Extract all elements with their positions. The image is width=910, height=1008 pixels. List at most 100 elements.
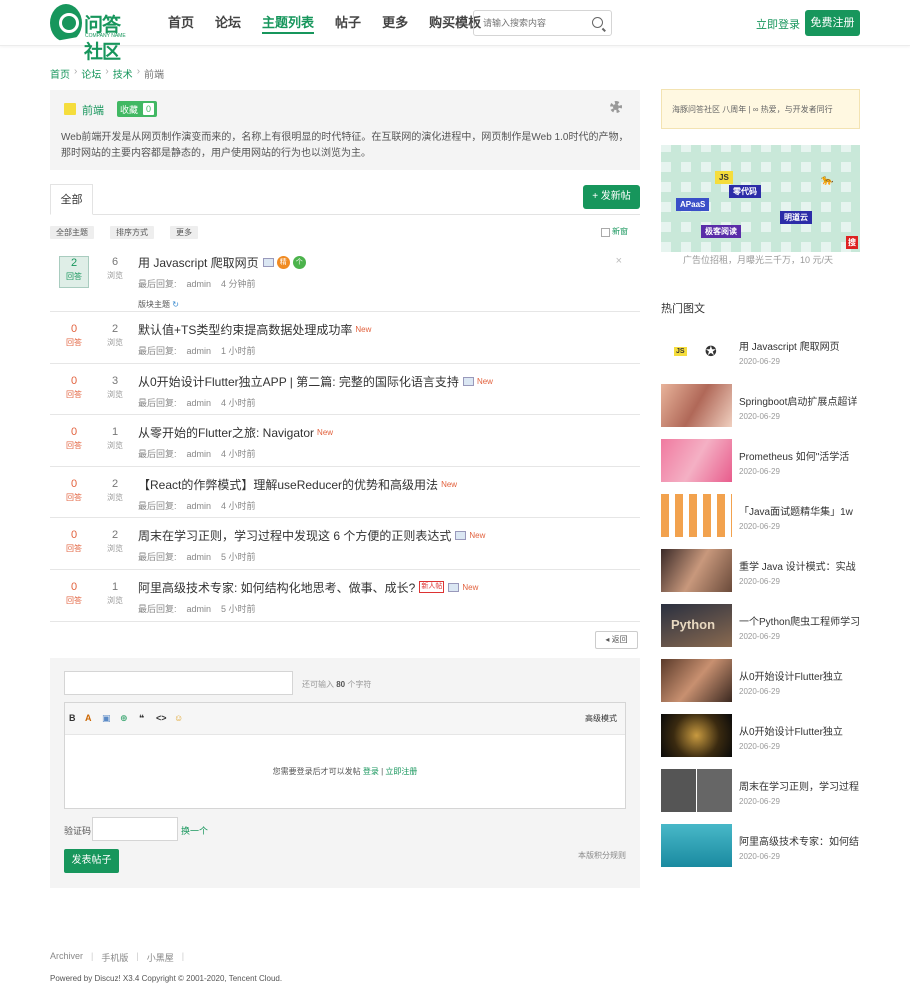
search-icon[interactable] bbox=[592, 17, 603, 28]
thread-title[interactable]: 周末在学习正则，学习过程中发现这 6 个方便的正则表达式 New bbox=[138, 527, 485, 544]
submit-button[interactable]: 发表帖子 bbox=[64, 849, 119, 873]
footer-blackroom[interactable]: 小黑屋 bbox=[147, 951, 174, 964]
thumbnail bbox=[661, 824, 732, 867]
forum-icon bbox=[64, 103, 76, 115]
list-item[interactable]: 周末在学习正则，学习过程 2020-06-29 bbox=[661, 766, 860, 821]
last-reply-author[interactable]: admin bbox=[187, 398, 212, 408]
view-count: 2 浏览 bbox=[107, 323, 123, 347]
animal-icon: 🐆 bbox=[821, 175, 834, 186]
thread-meta: 最后回复: admin 4 分钟前 bbox=[138, 279, 256, 289]
font-color-icon[interactable]: A bbox=[85, 713, 92, 723]
thread-title[interactable]: 从零开始的Flutter之旅: Navigator New bbox=[138, 424, 333, 441]
back-button[interactable]: ◂ 返回 bbox=[595, 631, 638, 649]
ad-tag: APaaS bbox=[676, 198, 710, 211]
new-post-button[interactable]: + 发新帖 bbox=[583, 185, 640, 209]
forum-description: Web前端开发是从网页制作演变而来的，名称上有很明显的时代特征。在互联网的演化进… bbox=[61, 132, 629, 159]
list-item[interactable]: Python 一个Python爬虫工程师学习 2020-06-29 bbox=[661, 601, 860, 656]
hot-item-date: 2020-06-29 bbox=[739, 357, 780, 366]
bold-icon[interactable]: B bbox=[69, 713, 76, 723]
thread-title[interactable]: 从0开始设计Flutter独立APP | 第二篇: 完整的国际化语言支持 New bbox=[138, 373, 493, 390]
ad-tag: 极客阅读 bbox=[701, 225, 741, 238]
list-item[interactable]: 「Java面试题精华集」1w 2020-06-29 bbox=[661, 491, 860, 546]
favorite-button[interactable]: 收藏 0 bbox=[117, 101, 158, 117]
nav-forum[interactable]: 论坛 bbox=[215, 0, 241, 46]
hot-item-title: 一个Python爬虫工程师学习 bbox=[739, 617, 860, 628]
new-window-checkbox[interactable]: 新窗 bbox=[601, 226, 628, 237]
chevron-right-icon: › bbox=[136, 66, 141, 77]
list-item[interactable]: 从0开始设计Flutter独立 2020-06-29 bbox=[661, 656, 860, 711]
ad-banner[interactable]: JS 零代码 APaaS 明道云 极客阅读 搜 🐆 bbox=[661, 145, 860, 252]
breadcrumb-tech[interactable]: 技术 bbox=[113, 66, 133, 81]
thumbnail bbox=[661, 714, 732, 757]
code-icon[interactable]: <> bbox=[156, 713, 167, 723]
gear-icon[interactable] bbox=[610, 101, 622, 113]
login-link[interactable]: 登录 bbox=[363, 767, 379, 776]
smiley-icon[interactable]: ☺ bbox=[174, 713, 183, 723]
register-link[interactable]: 立即注册 bbox=[385, 767, 417, 776]
register-button[interactable]: 免费注册 bbox=[805, 10, 860, 36]
view-count: 1 浏览 bbox=[107, 580, 123, 605]
captcha-input[interactable] bbox=[92, 817, 178, 841]
list-item[interactable]: Prometheus 如何"活学活 2020-06-29 bbox=[661, 436, 860, 491]
favorite-label: 收藏 bbox=[120, 104, 139, 115]
last-reply-author[interactable]: admin bbox=[187, 279, 212, 289]
last-reply-author[interactable]: admin bbox=[187, 449, 212, 459]
image-icon[interactable]: ▣ bbox=[102, 713, 111, 724]
nav-posts[interactable]: 帖子 bbox=[335, 0, 361, 46]
footer-archiver[interactable]: Archiver bbox=[50, 951, 83, 964]
advanced-mode-link[interactable]: 高级模式 bbox=[585, 713, 617, 724]
last-reply-author[interactable]: admin bbox=[187, 604, 212, 614]
logo-mark-icon bbox=[50, 4, 82, 42]
new-label: New bbox=[317, 428, 334, 438]
hot-item-title: 「Java面试题精华集」1w bbox=[739, 507, 853, 518]
quick-reply: 还可输入 80 个字符 B A ▣ ⊕ ❝ <> ☺ 高级模式 您需要登录后才可… bbox=[50, 658, 640, 888]
thread-title[interactable]: 【React的作弊模式】理解useReducer的优势和高级用法 New bbox=[138, 476, 457, 493]
breadcrumb-home[interactable]: 首页 bbox=[50, 66, 70, 81]
hot-images-list: JS ✪ 用 Javascript 爬取网页 2020-06-29 Springb… bbox=[661, 326, 860, 876]
footer-mobile[interactable]: 手机版 bbox=[101, 951, 128, 964]
hot-item-title: 从0开始设计Flutter独立 bbox=[739, 727, 843, 738]
list-item[interactable]: 阿里高级技术专家：如何结 2020-06-29 bbox=[661, 821, 860, 876]
credit-rules-link[interactable]: 本版积分规则 bbox=[578, 850, 626, 861]
captcha-change-link[interactable]: 换一个 bbox=[181, 824, 208, 837]
last-reply-author[interactable]: admin bbox=[187, 501, 212, 511]
list-item[interactable]: 重学 Java 设计模式：实战 2020-06-29 bbox=[661, 546, 860, 601]
filter-all-topics[interactable]: 全部主题 bbox=[50, 226, 94, 239]
quote-icon[interactable]: ❝ bbox=[139, 713, 144, 724]
captcha-label: 验证码 bbox=[64, 826, 92, 836]
new-label: New bbox=[462, 582, 479, 592]
thread-title[interactable]: 用 Javascript 爬取网页精个 bbox=[138, 254, 306, 271]
view-count: 2 浏览 bbox=[107, 529, 123, 554]
tab-all[interactable]: 全部 bbox=[50, 184, 93, 215]
thumbnail: Python bbox=[661, 604, 732, 647]
site-logo[interactable]: 问答社区 COMPANY NAME bbox=[50, 4, 134, 63]
table-row: 0 回答 2 浏览 默认值+TS类型约束提高数据处理成功率 New 最后回复: admi… bbox=[50, 312, 640, 364]
link-icon[interactable]: ⊕ bbox=[120, 713, 128, 724]
hot-item-title: 重学 Java 设计模式：实战 bbox=[739, 562, 856, 573]
nav-home[interactable]: 首页 bbox=[168, 0, 194, 46]
login-required-message: 您需要登录后才可以发帖 登录 | 立即注册 bbox=[272, 767, 418, 776]
login-link[interactable]: 立即登录 bbox=[756, 16, 800, 32]
list-item[interactable]: Springboot启动扩展点超详 2020-06-29 bbox=[661, 381, 860, 436]
last-reply-time: 4 分钟前 bbox=[221, 279, 256, 289]
list-item[interactable]: 从0开始设计Flutter独立 2020-06-29 bbox=[661, 711, 860, 766]
ad-tag: 明道云 bbox=[780, 211, 812, 224]
hot-item-date: 2020-06-29 bbox=[739, 687, 780, 696]
nav-topics[interactable]: 主题列表 bbox=[262, 0, 315, 46]
thread-title[interactable]: 阿里高级技术专家: 如何结构化地思考、做事、成长? 新人帖 New bbox=[138, 579, 478, 596]
breadcrumb-forum[interactable]: 论坛 bbox=[81, 66, 101, 81]
thread-title[interactable]: 默认值+TS类型约束提高数据处理成功率 New bbox=[138, 321, 371, 338]
list-item[interactable]: JS ✪ 用 Javascript 爬取网页 2020-06-29 bbox=[661, 326, 860, 381]
close-icon[interactable]: × bbox=[616, 255, 622, 267]
copyright: Powered by Discuz! X3.4 Copyright © 2001… bbox=[50, 974, 283, 983]
last-reply-author[interactable]: admin bbox=[187, 346, 212, 356]
last-reply-author[interactable]: admin bbox=[187, 552, 212, 562]
subject-input[interactable] bbox=[64, 671, 293, 695]
nav-more[interactable]: 更多 bbox=[382, 0, 408, 46]
ad-tag: JS bbox=[715, 171, 733, 184]
sidebar-notice[interactable]: 海豚问答社区 八周年 | ∞ 热爱，与开发者同行 bbox=[661, 89, 860, 129]
remaining-chars: 还可输入 80 个字符 bbox=[302, 680, 372, 689]
filter-sort[interactable]: 排序方式 bbox=[110, 226, 154, 239]
filter-more[interactable]: 更多 bbox=[170, 226, 198, 239]
search-input[interactable] bbox=[474, 11, 584, 35]
